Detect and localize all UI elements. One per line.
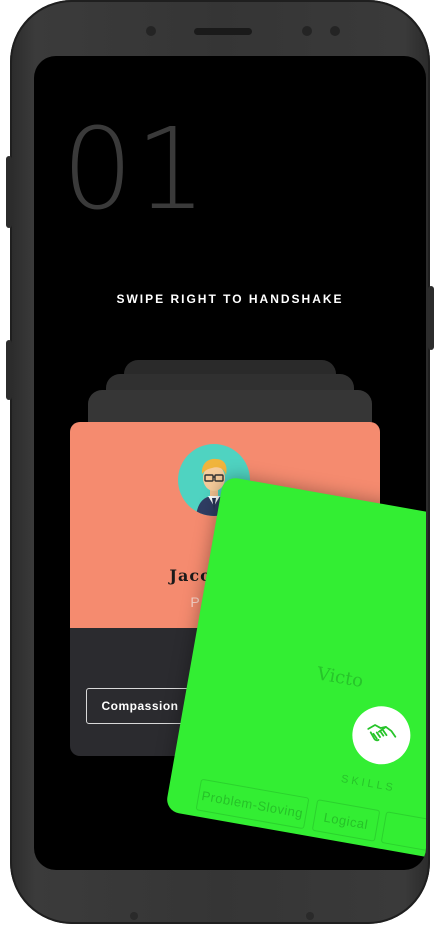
phone-frame: 01 SWIPE RIGHT TO HANDSHAKE Compassion V… [10, 0, 430, 924]
volume-button [6, 340, 12, 400]
bottom-microphone [306, 912, 314, 920]
bottom-microphone [130, 912, 138, 920]
swiped-skill-chip[interactable] [380, 811, 426, 854]
front-camera [302, 26, 312, 36]
proximity-sensor [146, 26, 156, 36]
swiped-skill-chip-logical[interactable]: Logical [311, 799, 381, 842]
swiped-skill-chip-problem-solving[interactable]: Problem-Sloving [195, 778, 310, 830]
power-button [428, 286, 434, 350]
skill-chip-compassion[interactable]: Compassion [86, 688, 194, 724]
swiped-skills-label: SKILLS [340, 773, 397, 795]
handshake-icon [361, 713, 401, 757]
earpiece-speaker [194, 28, 252, 35]
swiped-profile-name: Victo [315, 663, 365, 693]
bixby-button [6, 156, 12, 228]
screen: 01 SWIPE RIGHT TO HANDSHAKE Compassion V… [34, 56, 426, 870]
swipe-instruction: SWIPE RIGHT TO HANDSHAKE [116, 292, 344, 306]
iris-sensor [330, 26, 340, 36]
handshake-button[interactable] [347, 701, 415, 769]
step-number: 01 [62, 105, 209, 235]
